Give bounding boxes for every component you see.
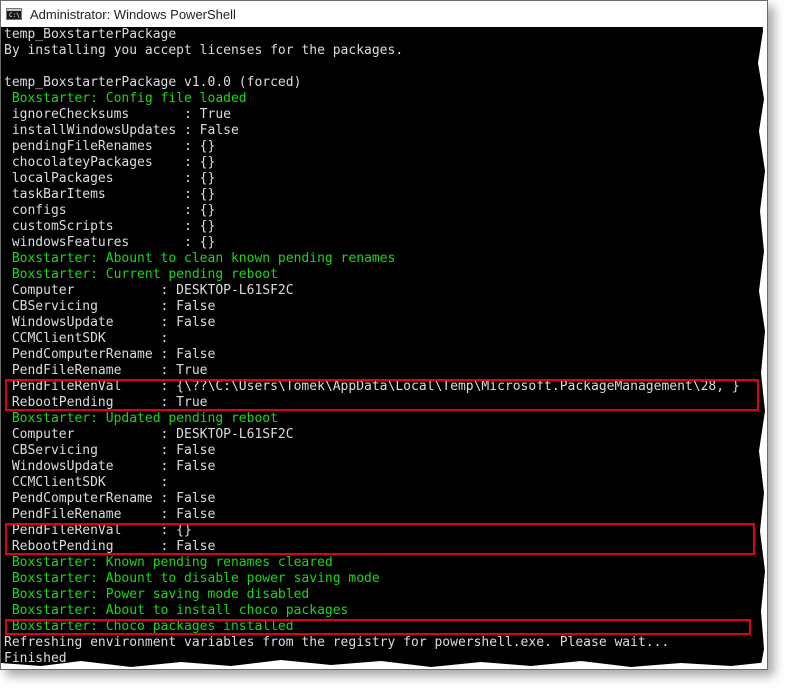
console-line: ignoreChecksums : True	[4, 107, 231, 122]
console-line: CCMClientSDK :	[4, 475, 169, 490]
console-line: temp_BoxstarterPackage v1.0.0 (forced)	[4, 75, 302, 90]
console-line: temp_BoxstarterPackage	[4, 27, 177, 42]
console-line: RebootPending : False	[4, 539, 216, 554]
console-line: PendFileRename : False	[4, 507, 216, 522]
console-line: CCMClientSDK :	[4, 331, 169, 346]
console-line: PendComputerRename : False	[4, 347, 216, 362]
console-line: installWindowsUpdates : False	[4, 123, 239, 138]
console-line: By installing you accept licenses for th…	[4, 43, 404, 58]
console-line: Boxstarter: Abount to clean known pendin…	[4, 251, 396, 266]
console-line: Computer : DESKTOP-L61SF2C	[4, 283, 294, 298]
console-line: Boxstarter: Abount to disable power savi…	[4, 571, 380, 586]
console-line: pendingFileRenames : {}	[4, 139, 216, 154]
console-line: localPackages : {}	[4, 171, 216, 186]
window-title: Administrator: Windows PowerShell	[30, 6, 236, 22]
console-line: Boxstarter: About to install choco packa…	[4, 603, 349, 618]
console-line: CBServicing : False	[4, 299, 216, 314]
console-line: WindowsUpdate : False	[4, 315, 216, 330]
powershell-window: C:\ Administrator: Windows PowerShell te…	[0, 0, 768, 670]
console-line: Boxstarter: Config file loaded	[4, 91, 247, 106]
console-line: CBServicing : False	[4, 443, 216, 458]
console-output[interactable]: temp_BoxstarterPackage By installing you …	[4, 27, 757, 669]
console-line: Boxstarter: Updated pending reboot	[4, 411, 278, 426]
powershell-console-icon[interactable]: C:\	[6, 8, 22, 20]
title-bar[interactable]: C:\ Administrator: Windows PowerShell	[1, 1, 767, 27]
console-line: Refreshing environment variables from th…	[4, 635, 670, 650]
console-line: Boxstarter: Known pending renames cleare…	[4, 555, 333, 570]
console-line: Boxstarter: Power saving mode disabled	[4, 587, 310, 602]
console-line: chocolateyPackages : {}	[4, 155, 216, 170]
console-line: PendFileRename : True	[4, 363, 208, 378]
console-line: PendComputerRename : False	[4, 491, 216, 506]
console-line: customScripts : {}	[4, 219, 216, 234]
console-line: Finished	[4, 651, 67, 666]
console-line: windowsFeatures : {}	[4, 235, 216, 250]
console-line: PendFileRenVal : {\??\C:\Users\Tomek\App…	[4, 379, 740, 394]
console-line: Boxstarter: Choco packages installed	[4, 619, 294, 634]
console-line: Computer : DESKTOP-L61SF2C	[4, 427, 294, 442]
console-line: configs : {}	[4, 203, 216, 218]
console-line: taskBarItems : {}	[4, 187, 216, 202]
console-line: Boxstarter: Current pending reboot	[4, 267, 278, 282]
console-line: RebootPending : True	[4, 395, 208, 410]
console-line: PendFileRenVal : {}	[4, 523, 192, 538]
console-line: WindowsUpdate : False	[4, 459, 216, 474]
